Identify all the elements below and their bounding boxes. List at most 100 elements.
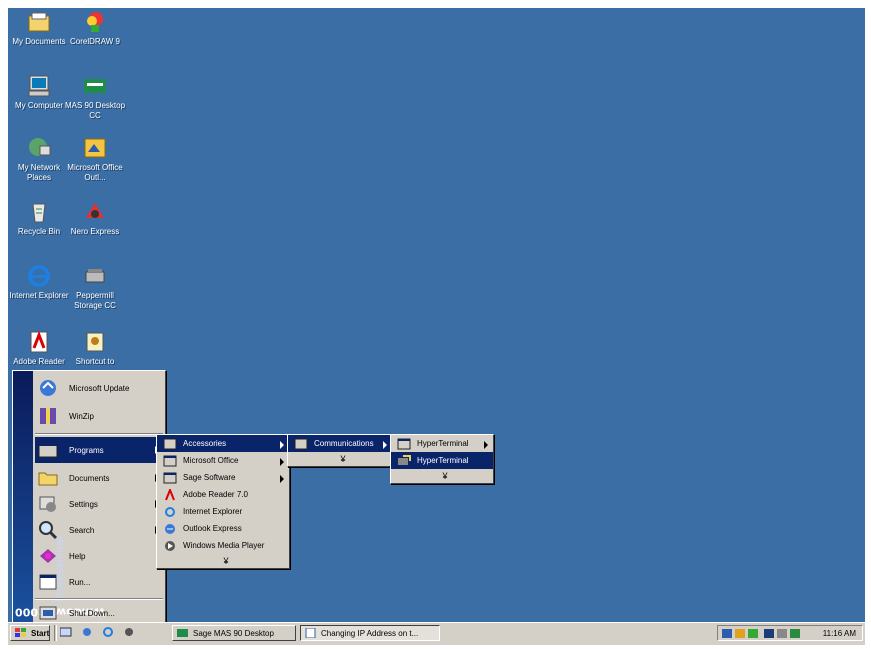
programs-item-windows-media-player[interactable]: Windows Media Player (157, 537, 289, 554)
accessories-submenu: Communications ¥ (287, 434, 393, 467)
quick-launch (59, 627, 139, 637)
display-tray-icon[interactable] (764, 629, 774, 638)
accessories-expand-more[interactable]: ¥ (288, 452, 392, 466)
expand-chevron-icon: ¥ (223, 556, 229, 566)
submenu-arrow-icon (484, 441, 488, 449)
internet-explorer-icon[interactable] (102, 627, 114, 637)
mas90-icon (82, 74, 108, 98)
winzip-icon (37, 406, 59, 426)
start-menu-item-search[interactable]: Search (35, 517, 163, 543)
show-desktop-icon[interactable] (59, 627, 72, 637)
submenu-arrow-icon (280, 458, 284, 466)
programs-item-adobe-reader[interactable]: Adobe Reader 7.0 (157, 486, 289, 503)
start-menu-item-programs[interactable]: Programs (35, 437, 163, 463)
outlook-express-icon[interactable] (81, 627, 93, 637)
accessories-item-communications[interactable]: Communications (288, 435, 392, 452)
system-tray: 11:16 AM (717, 625, 863, 641)
clock[interactable]: 11:16 AM (823, 629, 856, 638)
desktop-icon-mas90[interactable]: MAS 90 Desktop CC (64, 74, 126, 121)
run-icon (37, 572, 59, 592)
programs-item-accessories[interactable]: Accessories (157, 435, 289, 452)
nero-express-icon (82, 200, 108, 224)
antivirus-tray-icon[interactable] (735, 629, 745, 638)
desktop-icon-my-computer[interactable]: My Computer (8, 74, 70, 111)
start-menu-banner: Windows 2000 Professional (13, 371, 105, 625)
my-documents-icon (26, 10, 52, 34)
start-menu-item-help[interactable]: Help (35, 543, 163, 569)
desktop-icon-adobe-reader[interactable]: Adobe Reader (8, 330, 70, 367)
media-player-icon (163, 540, 177, 552)
adobe-reader-icon (26, 330, 52, 354)
program-group-icon (294, 438, 308, 450)
settings-icon (37, 494, 59, 514)
submenu-arrow-icon (383, 441, 387, 449)
media-player-icon[interactable] (123, 627, 135, 637)
task-button-changing-ip-address[interactable]: Changing IP Address on t... (300, 625, 440, 641)
windows-update-icon (37, 378, 59, 398)
program-group-icon (163, 455, 177, 467)
network-tray-icon[interactable] (722, 629, 732, 638)
search-icon (37, 520, 59, 540)
desktop-icon-my-documents[interactable]: My Documents (8, 10, 70, 47)
internet-explorer-icon (26, 264, 52, 288)
internet-explorer-icon (163, 506, 177, 518)
documents-folder-icon (37, 468, 59, 488)
mas90-icon (177, 628, 189, 638)
desktop-icon-peppermill[interactable]: Peppermill Storage CC (64, 264, 126, 311)
desktop-icon-internet-explorer[interactable]: Internet Explorer (8, 264, 70, 301)
start-menu-item-winzip[interactable]: WinZip (35, 403, 163, 429)
windows-logo-icon (15, 628, 27, 638)
desktop-icon-recycle-bin[interactable]: Recycle Bin (8, 200, 70, 237)
expand-chevron-icon: ¥ (442, 471, 448, 481)
peppermill-icon (82, 264, 108, 288)
programs-item-sage-software[interactable]: Sage Software (157, 469, 289, 486)
taskbar: Start Sage MAS 90 Desktop Changing IP Ad… (8, 622, 865, 645)
outlook-express-icon (163, 523, 177, 535)
start-menu-item-documents[interactable]: Documents (35, 465, 163, 491)
adobe-reader-icon (163, 486, 177, 501)
office-outlook-icon (82, 136, 108, 160)
communications-item-hyperterminal-folder[interactable]: HyperTerminal (391, 435, 493, 452)
my-computer-icon (26, 74, 52, 98)
hyperterminal-icon (397, 454, 411, 467)
submenu-arrow-icon (280, 441, 284, 449)
start-menu-item-run[interactable]: Run... (35, 569, 163, 595)
help-icon (37, 546, 59, 566)
recycle-bin-icon (26, 200, 52, 224)
network-places-icon (26, 136, 52, 160)
desktop-icon-nero-express[interactable]: Nero Express (64, 200, 126, 237)
desktop: My Documents CorelDRAW 9 My Computer MAS… (8, 8, 865, 645)
programs-submenu: Accessories Microsoft Office Sage Softwa… (156, 434, 290, 569)
program-group-icon (397, 438, 411, 450)
document-icon (305, 627, 317, 639)
expand-chevron-icon: ¥ (340, 454, 346, 464)
program-group-icon (163, 438, 177, 450)
programs-item-microsoft-office[interactable]: Microsoft Office (157, 452, 289, 469)
volume-tray-icon[interactable] (777, 629, 787, 638)
programs-folder-icon (37, 440, 59, 460)
start-menu-item-settings[interactable]: Settings (35, 491, 163, 517)
submenu-arrow-icon (280, 475, 284, 483)
start-menu: Windows 2000 Professional Microsoft Upda… (12, 370, 166, 626)
desktop-icon-coreldraw[interactable]: CorelDRAW 9 (64, 10, 126, 47)
update-tray-icon[interactable] (748, 629, 758, 638)
programs-item-internet-explorer[interactable]: Internet Explorer (157, 503, 289, 520)
communications-item-hyperterminal[interactable]: HyperTerminal (391, 452, 493, 469)
desktop-icon-network-places[interactable]: My Network Places (8, 136, 70, 183)
start-menu-item-microsoft-update[interactable]: Microsoft Update (35, 375, 163, 401)
coreldraw-icon (82, 10, 108, 34)
communications-expand-more[interactable]: ¥ (391, 469, 493, 483)
menu-separator (35, 433, 163, 435)
taskbar-divider (54, 625, 57, 641)
desktop-icon-shortcut[interactable]: Shortcut to (64, 330, 126, 367)
desktop-icon-office-outlook[interactable]: Microsoft Office Outl... (64, 136, 126, 183)
shortcut-icon (82, 330, 108, 354)
programs-item-outlook-express[interactable]: Outlook Express (157, 520, 289, 537)
start-button[interactable]: Start (10, 625, 50, 641)
power-tray-icon[interactable] (790, 629, 800, 638)
task-button-sage-mas90[interactable]: Sage MAS 90 Desktop (172, 625, 296, 641)
shutdown-icon (37, 603, 59, 623)
program-group-icon (163, 472, 177, 484)
communications-submenu: HyperTerminal HyperTerminal ¥ (390, 434, 494, 484)
programs-expand-more[interactable]: ¥ (157, 554, 289, 568)
